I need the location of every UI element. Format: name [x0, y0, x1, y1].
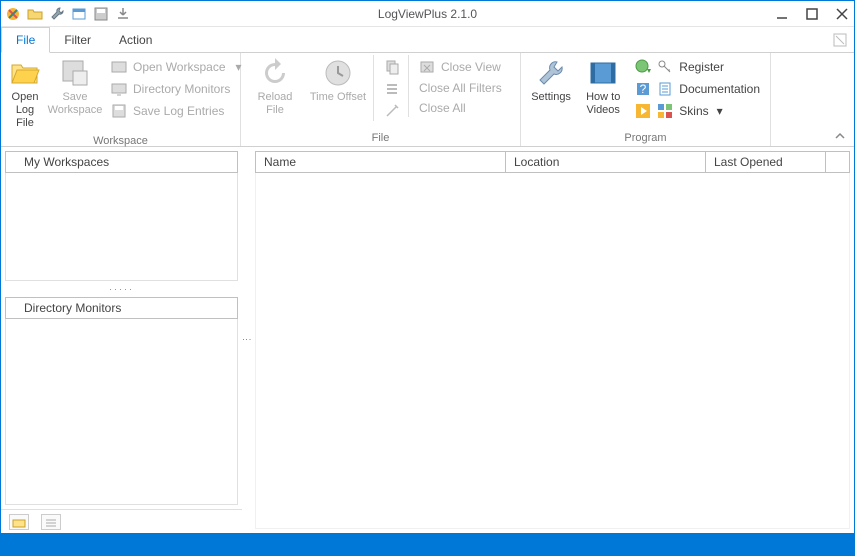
ribbon-group-program: Settings How to Videos Register ? Docume… [521, 53, 771, 146]
how-to-videos-button[interactable]: How to Videos [579, 55, 627, 119]
register-button[interactable]: Register [631, 57, 764, 77]
window-controls [774, 6, 850, 22]
monitors-panel: Directory Monitors [5, 297, 238, 505]
documentation-button[interactable]: ? Documentation [631, 79, 764, 99]
monitor-icon [111, 81, 127, 97]
clock-icon [322, 57, 354, 89]
grid-header: Name Location Last Opened [255, 151, 850, 173]
tab-file[interactable]: File [1, 27, 50, 53]
help-icon: ? [635, 81, 651, 97]
open-workspace-button[interactable]: Open Workspace ▾ [107, 57, 246, 77]
col-name[interactable]: Name [256, 152, 506, 172]
globe-download-icon [635, 59, 651, 75]
sidebar-tab-2[interactable] [41, 514, 61, 530]
close-view-icon [419, 59, 435, 75]
ribbon-group-workspace: Open Log File Save Workspace Open Worksp… [1, 53, 241, 146]
horizontal-splitter[interactable]: ····· [1, 285, 242, 293]
grid-body[interactable] [255, 173, 850, 529]
save-icon[interactable] [93, 6, 109, 22]
monitors-list[interactable] [5, 319, 238, 505]
ribbon-options-icon[interactable] [826, 27, 854, 52]
workspaces-list[interactable] [5, 173, 238, 281]
list-icon [384, 81, 400, 97]
close-view-button[interactable]: Close View [415, 57, 506, 77]
close-all-filters-button[interactable]: Close All Filters [415, 79, 506, 97]
doc-icon [657, 81, 673, 97]
wrench-icon[interactable] [49, 6, 65, 22]
settings-button[interactable]: Settings [527, 55, 575, 106]
minimize-button[interactable] [774, 6, 790, 22]
chevron-down-icon: ▾ [717, 104, 723, 118]
play-icon [635, 103, 651, 119]
directory-monitors-button[interactable]: Directory Monitors [107, 79, 246, 99]
collapse-ribbon-icon[interactable] [834, 130, 846, 142]
reload-icon [259, 57, 291, 89]
col-filler [826, 152, 849, 172]
save-workspace-icon [59, 57, 91, 89]
close-all-button[interactable]: Close All [415, 99, 506, 117]
sidebar-bottom-tabs [1, 509, 242, 533]
ribbon: Open Log File Save Workspace Open Worksp… [1, 53, 854, 147]
open-log-file-button[interactable]: Open Log File [7, 55, 43, 133]
download-icon[interactable] [115, 6, 131, 22]
app-icon [5, 6, 21, 22]
copy-icon [384, 59, 400, 75]
maximize-button[interactable] [804, 6, 820, 22]
window-icon[interactable] [71, 6, 87, 22]
save-workspace-button[interactable]: Save Workspace [47, 55, 103, 119]
close-button[interactable] [834, 6, 850, 22]
ribbon-group-file: Reload File Time Offset Close View C [241, 53, 521, 146]
palette-icon [657, 103, 673, 119]
main-area: My Workspaces ····· Directory Monitors ⋮… [1, 147, 854, 533]
key-icon [657, 59, 673, 75]
tab-action[interactable]: Action [105, 27, 166, 52]
workspace-icon [111, 59, 127, 75]
open-folder-icon [9, 57, 41, 89]
wand-icon-button[interactable] [380, 101, 404, 121]
workspaces-panel: My Workspaces [5, 151, 238, 281]
status-bar [1, 533, 854, 555]
list-icon-button[interactable] [380, 79, 404, 99]
content-area: Name Location Last Opened [251, 147, 854, 533]
skins-button[interactable]: Skins ▾ [631, 101, 764, 121]
ribbon-tabs: File Filter Action [1, 27, 854, 53]
wand-icon [384, 103, 400, 119]
sidebar: My Workspaces ····· Directory Monitors [1, 147, 243, 533]
col-location[interactable]: Location [506, 152, 706, 172]
reload-file-button[interactable]: Reload File [247, 55, 303, 119]
svg-text:?: ? [640, 82, 647, 96]
quick-access-toolbar [5, 6, 131, 22]
copy-icon-button[interactable] [380, 57, 404, 77]
tab-filter[interactable]: Filter [50, 27, 105, 52]
time-offset-button[interactable]: Time Offset [307, 55, 369, 106]
monitors-header[interactable]: Directory Monitors [5, 297, 238, 319]
save-log-entries-button[interactable]: Save Log Entries [107, 101, 246, 121]
open-folder-icon[interactable] [27, 6, 43, 22]
disk-icon [111, 103, 127, 119]
col-last-opened[interactable]: Last Opened [706, 152, 826, 172]
wrench-icon [535, 57, 567, 89]
title-bar: LogViewPlus 2.1.0 [1, 1, 854, 27]
vertical-splitter[interactable]: ⋮ [243, 147, 251, 533]
film-icon [587, 57, 619, 89]
sidebar-tab-1[interactable] [9, 514, 29, 530]
workspaces-header[interactable]: My Workspaces [5, 151, 238, 173]
